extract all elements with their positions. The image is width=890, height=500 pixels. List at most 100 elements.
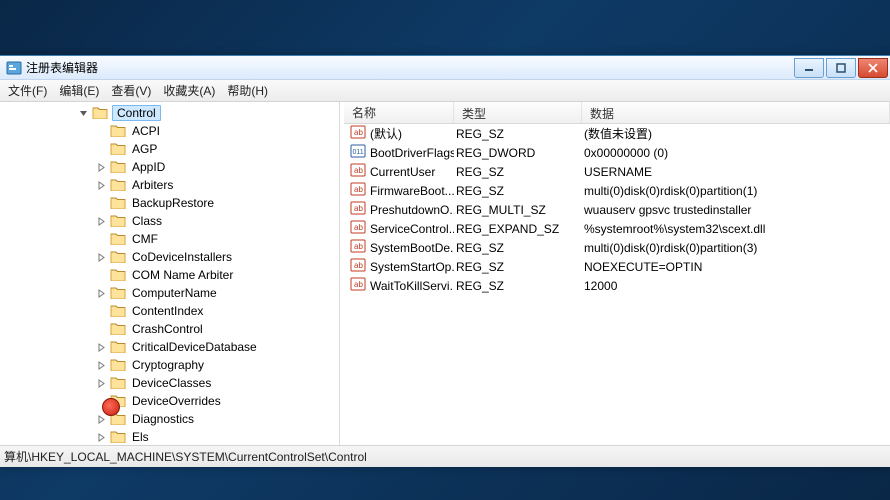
folder-icon [110,303,130,320]
tree-expand-icon[interactable] [96,432,107,443]
list-header[interactable]: 名称 类型 数据 [344,102,890,124]
window-controls [794,58,888,78]
tree-item[interactable]: DeviceClasses [0,374,339,392]
maximize-button[interactable] [826,58,856,78]
tree-expand-icon[interactable] [96,378,107,389]
folder-icon [110,321,130,338]
tree-item[interactable]: Arbiters [0,176,339,194]
tree-item[interactable]: Cryptography [0,356,339,374]
value-row[interactable]: abSystemBootDe...REG_SZmulti(0)disk(0)rd… [344,238,890,257]
tree-item[interactable]: COM Name Arbiter [0,266,339,284]
string-value-icon: ab [350,162,370,181]
value-name: PreshutdownO... [370,203,454,217]
value-type: REG_SZ [454,241,582,255]
value-name: SystemBootDe... [370,241,454,255]
titlebar[interactable]: 注册表编辑器 [0,56,890,80]
tree-item-label: ContentIndex [130,304,205,318]
value-row[interactable]: abFirmwareBoot...REG_SZmulti(0)disk(0)rd… [344,181,890,200]
value-row[interactable]: abWaitToKillServi...REG_SZ12000 [344,276,890,295]
col-header-name[interactable]: 名称 [344,102,454,123]
tree-item-label: DeviceClasses [130,376,213,390]
value-row[interactable]: abCurrentUserREG_SZUSERNAME [344,162,890,181]
tree-item[interactable]: ComputerName [0,284,339,302]
close-button[interactable] [858,58,888,78]
tree-item-label: CrashControl [130,322,205,336]
folder-icon [110,177,130,194]
value-data: multi(0)disk(0)rdisk(0)partition(1) [582,184,890,198]
col-header-data[interactable]: 数据 [582,102,890,123]
folder-icon [110,267,130,284]
regedit-app-icon [6,60,22,76]
tree-pane[interactable]: Control ACPI AGPAppIDArbitersBackupRestore… [0,102,340,445]
statusbar: 算机\HKEY_LOCAL_MACHINE\SYSTEM\CurrentCont… [0,445,890,467]
tree-item[interactable]: BackupRestore [0,194,339,212]
tree-expand-icon[interactable] [96,252,107,263]
tree-item-label: DeviceOverrides [130,394,223,408]
menu-view[interactable]: 查看(V) [105,80,157,101]
tree-item[interactable]: AGP [0,140,339,158]
value-type: REG_MULTI_SZ [454,203,582,217]
tree-item[interactable]: Els [0,428,339,445]
tree-item[interactable]: Control [0,104,339,122]
tree-expand-icon[interactable] [96,414,107,425]
value-type: REG_EXPAND_SZ [454,222,582,236]
value-data: multi(0)disk(0)rdisk(0)partition(3) [582,241,890,255]
minimize-button[interactable] [794,58,824,78]
tree-item[interactable]: Diagnostics [0,410,339,428]
value-row[interactable]: abSystemStartOp...REG_SZ NOEXECUTE=OPTIN [344,257,890,276]
tree-item-label: Cryptography [130,358,206,372]
value-data: 12000 [582,279,890,293]
string-value-icon: ab [350,124,370,143]
tree-item-label: Control [112,105,161,121]
string-value-icon: ab [350,257,370,276]
tree-item-label: CriticalDeviceDatabase [130,340,259,354]
value-type: REG_SZ [454,184,582,198]
folder-icon [110,249,130,266]
value-data: USERNAME [582,165,890,179]
tree-collapse-icon[interactable] [78,108,89,119]
value-row[interactable]: abPreshutdownO...REG_MULTI_SZwuauserv gp… [344,200,890,219]
tree-item-label: Els [130,430,151,444]
tree-item-label: CoDeviceInstallers [130,250,234,264]
col-header-type[interactable]: 类型 [454,102,582,123]
tree-item[interactable]: ContentIndex [0,302,339,320]
tree-item[interactable]: CoDeviceInstallers [0,248,339,266]
value-data: NOEXECUTE=OPTIN [582,260,890,274]
folder-icon [110,429,130,446]
menu-file[interactable]: 文件(F) [2,80,53,101]
value-data: 0x00000000 (0) [582,146,890,160]
value-type: REG_SZ [454,260,582,274]
string-value-icon: ab [350,276,370,295]
value-row[interactable]: abServiceControl...REG_EXPAND_SZ%systemr… [344,219,890,238]
tree-item[interactable]: Class [0,212,339,230]
svg-text:ab: ab [354,261,363,270]
tree-expand-icon[interactable] [96,342,107,353]
tree-item[interactable]: CrashControl [0,320,339,338]
tree-item[interactable]: DeviceOverrides [0,392,339,410]
tree-item[interactable]: CriticalDeviceDatabase [0,338,339,356]
value-type: REG_SZ [454,165,582,179]
value-row[interactable]: ab(默认)REG_SZ(数值未设置) [344,124,890,143]
value-name: ServiceControl... [370,222,454,236]
value-list-pane[interactable]: 名称 类型 数据 ab(默认)REG_SZ(数值未设置)011BootDrive… [344,102,890,445]
tree-expand-icon[interactable] [96,162,107,173]
tree-item-label: ACPI [130,124,162,138]
value-row[interactable]: 011BootDriverFlagsREG_DWORD0x00000000 (0… [344,143,890,162]
tree-item-label: COM Name Arbiter [130,268,235,282]
menu-help[interactable]: 帮助(H) [221,80,274,101]
folder-icon [110,123,130,140]
tree-item[interactable]: CMF [0,230,339,248]
menu-fav[interactable]: 收藏夹(A) [157,80,221,101]
value-data: %systemroot%\system32\scext.dll [582,222,890,236]
menu-edit[interactable]: 编辑(E) [53,80,105,101]
tree-expand-icon[interactable] [96,216,107,227]
tree-expand-icon[interactable] [96,288,107,299]
tree-expand-icon[interactable] [96,360,107,371]
tree-item[interactable]: ACPI [0,122,339,140]
value-data: wuauserv gpsvc trustedinstaller [582,203,890,217]
svg-text:ab: ab [354,128,363,137]
value-type: REG_DWORD [454,146,582,160]
tree-expand-icon[interactable] [96,180,107,191]
tree-item[interactable]: AppID [0,158,339,176]
folder-icon [110,339,130,356]
